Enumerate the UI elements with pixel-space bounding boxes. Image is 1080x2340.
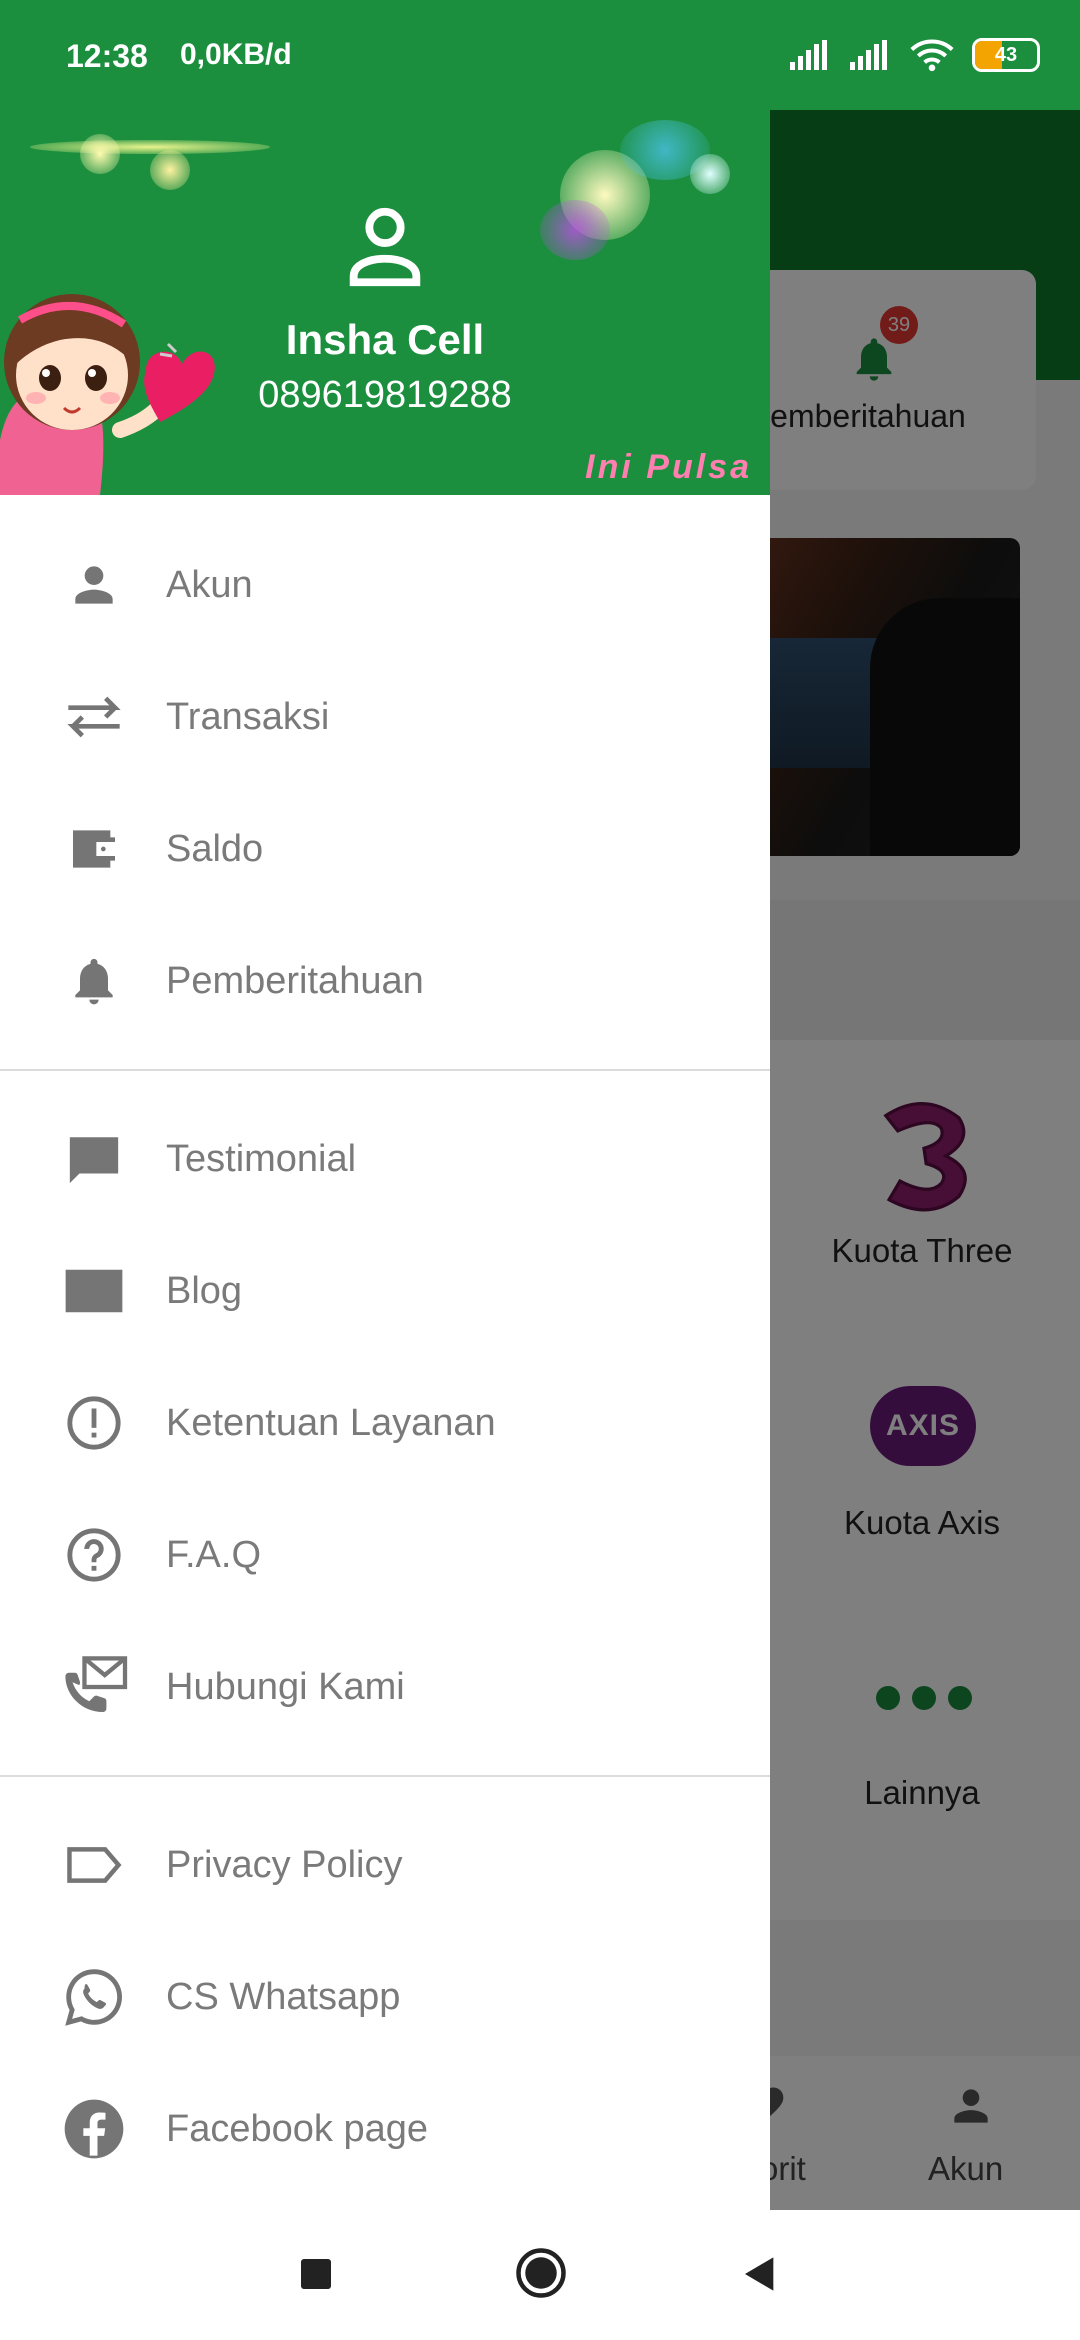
menu-item-faq[interactable]: F.A.Q xyxy=(0,1489,770,1621)
label-tag-icon xyxy=(58,1829,130,1901)
sparkle-decoration xyxy=(30,140,270,154)
article-icon xyxy=(58,1255,130,1327)
brand-tag: Ini Pulsa xyxy=(585,448,752,486)
menu-divider xyxy=(0,1069,770,1071)
sparkle-decoration xyxy=(150,150,190,190)
menu-item-cs-whatsapp[interactable]: CS Whatsapp xyxy=(0,1931,770,2063)
menu-item-saldo[interactable]: Saldo xyxy=(0,783,770,915)
status-time: 12:38 xyxy=(66,38,148,74)
sparkle-decoration xyxy=(540,200,610,260)
battery-level-text: 43 xyxy=(994,43,1018,66)
wifi-icon xyxy=(910,39,954,72)
drawer-menu: Akun Transaksi Saldo Pemberitahuan Testi… xyxy=(0,495,770,2195)
menu-item-label: Transaksi xyxy=(166,695,330,738)
menu-item-label: Blog xyxy=(166,1269,243,1312)
menu-item-label: Testimonial xyxy=(166,1137,357,1180)
menu-item-transaksi[interactable]: Transaksi xyxy=(0,651,770,783)
home-circle-icon[interactable] xyxy=(514,2246,568,2300)
menu-item-label: Hubungi Kami xyxy=(166,1665,405,1708)
menu-item-facebook-page[interactable]: Facebook page xyxy=(0,2063,770,2195)
signal-icon-2 xyxy=(850,40,887,70)
signal-icon xyxy=(790,40,827,70)
swap-arrows-icon xyxy=(58,681,130,753)
menu-item-akun[interactable]: Akun xyxy=(0,519,770,651)
menu-divider xyxy=(0,1775,770,1777)
girl-mascot-illustration xyxy=(0,294,215,495)
status-bar: 12:38 0,0KB/d 43 xyxy=(0,0,1080,110)
menu-item-hubungi-kami[interactable]: Hubungi Kami xyxy=(0,1621,770,1753)
menu-item-label: Ketentuan Layanan xyxy=(166,1401,496,1444)
wallet-icon xyxy=(58,813,130,885)
menu-item-privacy-policy[interactable]: Privacy Policy xyxy=(0,1799,770,1931)
navigation-drawer: Insha Cell 089619819288 Ini Pulsa Akun T… xyxy=(0,110,770,2210)
menu-item-testimonial[interactable]: Testimonial xyxy=(0,1093,770,1225)
menu-item-label: Pemberitahuan xyxy=(166,959,424,1002)
recents-square-icon[interactable] xyxy=(298,2256,334,2292)
status-network-speed: 0,0KB/d xyxy=(180,38,292,71)
menu-item-label: Facebook page xyxy=(166,2107,428,2150)
menu-item-label: CS Whatsapp xyxy=(166,1975,401,2018)
alert-circle-icon xyxy=(58,1387,130,1459)
status-icons: 43 xyxy=(790,38,1040,72)
menu-item-label: Saldo xyxy=(166,827,264,870)
bell-icon xyxy=(58,945,130,1017)
menu-item-label: F.A.Q xyxy=(166,1533,262,1576)
menu-item-label: Akun xyxy=(166,563,253,606)
menu-item-blog[interactable]: Blog xyxy=(0,1225,770,1357)
contact-mail-phone-icon xyxy=(58,1651,130,1723)
menu-item-ketentuan-layanan[interactable]: Ketentuan Layanan xyxy=(0,1357,770,1489)
drawer-header: Insha Cell 089619819288 Ini Pulsa xyxy=(0,110,770,495)
menu-item-label: Privacy Policy xyxy=(166,1843,403,1886)
facebook-icon xyxy=(58,2093,130,2165)
back-triangle-icon[interactable] xyxy=(740,2254,780,2294)
sparkle-decoration xyxy=(690,154,730,194)
whatsapp-icon xyxy=(58,1961,130,2033)
comment-icon xyxy=(58,1123,130,1195)
menu-item-pemberitahuan[interactable]: Pemberitahuan xyxy=(0,915,770,1047)
person-icon xyxy=(58,549,130,621)
system-navigation-bar xyxy=(0,2210,1080,2340)
profile-avatar-icon[interactable] xyxy=(338,200,432,294)
sparkle-decoration xyxy=(80,134,120,174)
help-circle-icon xyxy=(58,1519,130,1591)
battery-icon: 43 xyxy=(972,38,1040,72)
